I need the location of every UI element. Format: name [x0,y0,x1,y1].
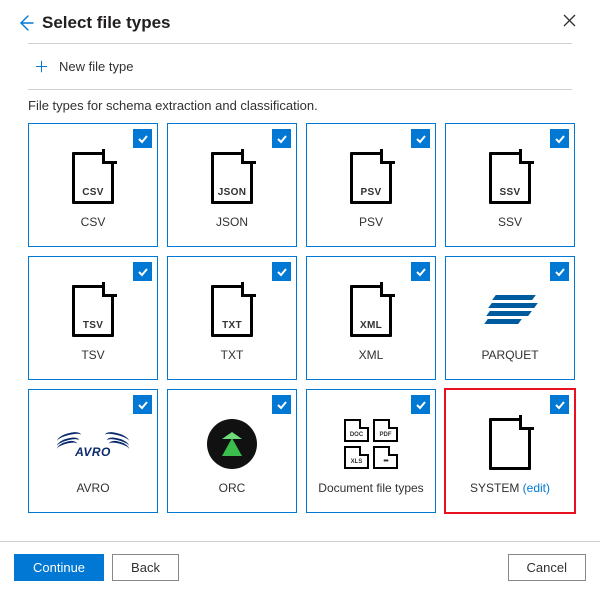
checkmark-icon [272,262,291,281]
tile-label: ORC [219,481,246,495]
back-arrow-icon[interactable] [18,15,34,31]
close-button[interactable] [557,12,582,33]
tile-parquet[interactable]: PARQUET [445,256,575,380]
tile-label: AVRO [76,481,109,495]
tile-ssv[interactable]: SSV SSV [445,123,575,247]
file-icon [489,415,531,473]
plus-icon: ＋ [34,56,49,77]
orc-icon [207,415,257,473]
file-icon: SSV [489,149,531,207]
tile-tsv[interactable]: TSV TSV [28,256,158,380]
checkmark-icon [411,129,430,148]
file-icon: TSV [72,282,114,340]
edit-link[interactable]: (edit) [523,481,550,495]
checkmark-icon [550,262,569,281]
tile-label: TSV [81,348,104,362]
tile-label: CSV [81,215,106,229]
checkmark-icon [550,129,569,148]
checkmark-icon [411,395,430,414]
file-icon: JSON [211,149,253,207]
tile-label: PSV [359,215,383,229]
tile-json[interactable]: JSON JSON [167,123,297,247]
tile-avro[interactable]: AVRO AVRO [28,389,158,513]
new-file-type-label: New file type [59,59,133,74]
cancel-button[interactable]: Cancel [508,554,586,581]
tile-orc[interactable]: ORC [167,389,297,513]
documents-icon: DOC PDF XLS [344,415,398,473]
description-text: File types for schema extraction and cla… [0,90,600,123]
tile-label: PARQUET [481,348,538,362]
file-icon: CSV [72,149,114,207]
dialog-footer: Continue Back Cancel [0,541,600,593]
tile-csv[interactable]: CSV CSV [28,123,158,247]
file-type-grid: CSV CSV JSON JSON PSV PSV SSV SSV TSV TS… [0,123,600,513]
checkmark-icon [133,395,152,414]
tile-label: SSV [498,215,522,229]
checkmark-icon [411,262,430,281]
tile-label: JSON [216,215,248,229]
checkmark-icon [133,262,152,281]
tile-document-file-types[interactable]: DOC PDF XLS Document file types [306,389,436,513]
tile-label: Document file types [318,481,423,495]
back-button[interactable]: Back [112,554,179,581]
tile-psv[interactable]: PSV PSV [306,123,436,247]
tile-label: TXT [221,348,244,362]
checkmark-icon [133,129,152,148]
tile-label: XML [359,348,384,362]
tile-xml[interactable]: XML XML [306,256,436,380]
file-icon: XML [350,282,392,340]
new-file-type-button[interactable]: ＋ New file type [0,44,600,89]
tile-system[interactable]: SYSTEM (edit) [445,389,575,513]
parquet-icon [480,282,540,340]
avro-icon: AVRO [57,415,129,473]
tile-label: SYSTEM (edit) [470,481,550,495]
checkmark-icon [272,129,291,148]
checkmark-icon [550,395,569,414]
dialog-title: Select file types [42,13,557,33]
file-icon: PSV [350,149,392,207]
file-icon: TXT [211,282,253,340]
tile-txt[interactable]: TXT TXT [167,256,297,380]
continue-button[interactable]: Continue [14,554,104,581]
checkmark-icon [272,395,291,414]
